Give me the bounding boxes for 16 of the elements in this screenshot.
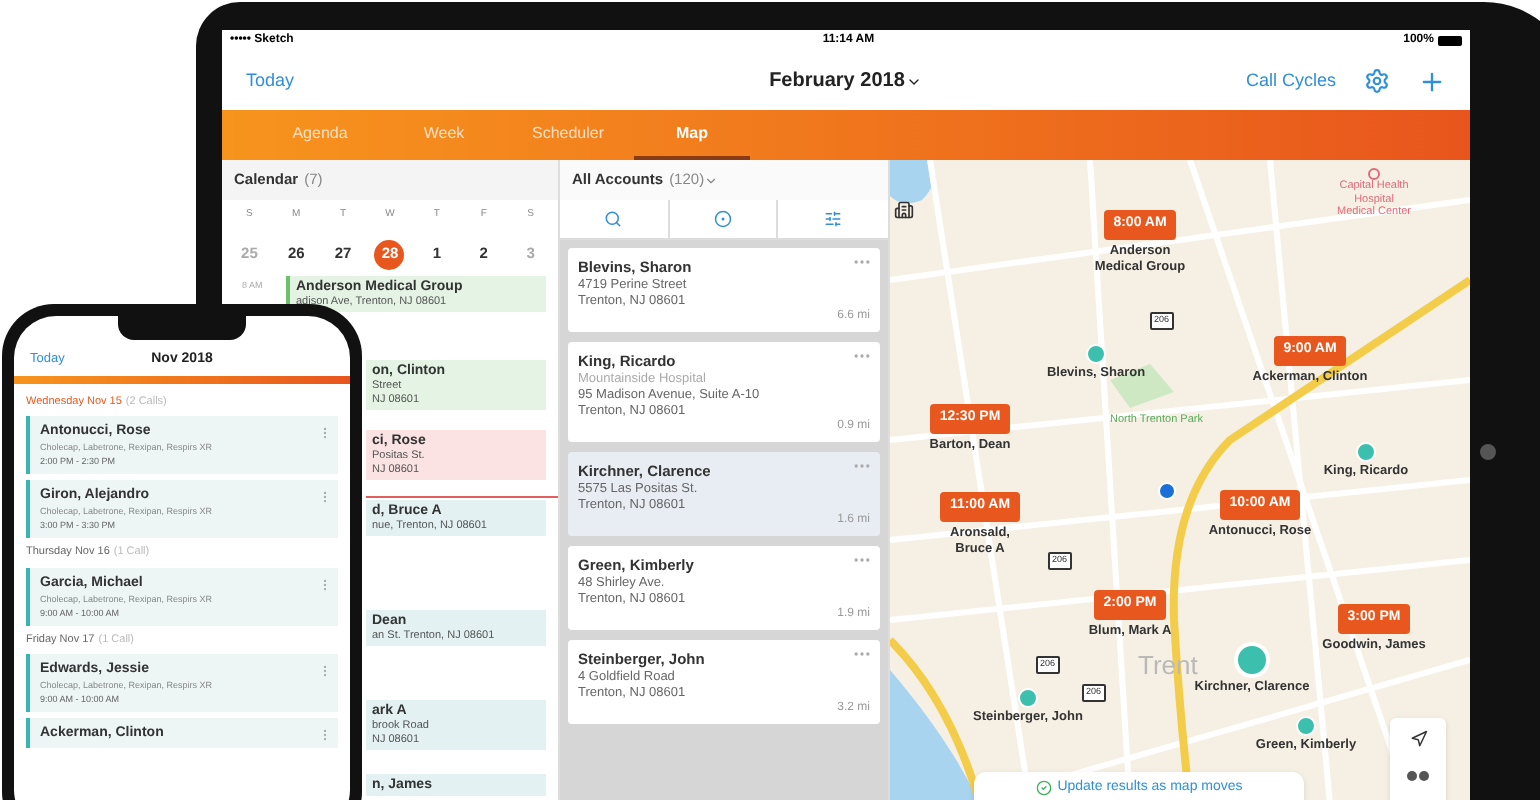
circle-icon[interactable] (713, 210, 732, 228)
chevron-down-icon (704, 173, 719, 187)
add-icon[interactable] (1418, 67, 1446, 95)
binoculars-icon[interactable] (1406, 768, 1430, 782)
building-icon (894, 200, 914, 220)
camera-icon (1480, 444, 1496, 460)
search-icon[interactable] (604, 210, 623, 228)
battery-icon (1437, 36, 1462, 46)
check-icon (1035, 780, 1052, 796)
month-selector[interactable]: February 2018 (769, 66, 923, 96)
hospital-pin-icon (1368, 168, 1380, 180)
location-arrow-icon[interactable] (1409, 730, 1427, 748)
settings-icon[interactable] (1364, 68, 1390, 94)
phone-notch (118, 316, 246, 340)
call-cycles-button[interactable]: Call Cycles (1245, 67, 1336, 95)
filter-icon[interactable] (824, 210, 843, 228)
